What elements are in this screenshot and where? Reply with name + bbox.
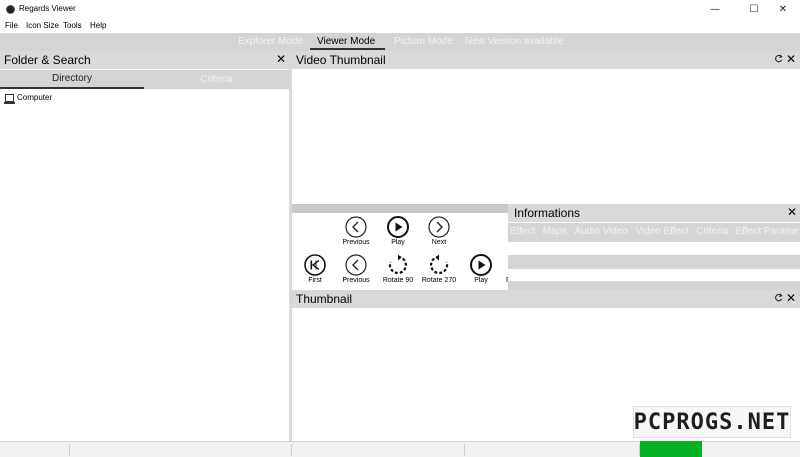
informations-panel: Informations ✕ Effect Maps Audio Video V… [508,204,800,290]
status-segment [292,444,465,456]
tab-criteria[interactable]: Criteria [144,70,289,89]
controls-strip [292,204,508,213]
status-segment [0,444,70,456]
tree-item-computer[interactable]: Computer [4,93,53,104]
tab-video-effect[interactable]: Video Effect [633,223,692,237]
close-thumbnail-button[interactable]: ✕ [786,291,796,305]
window-title: Regards Viewer [19,4,76,13]
video-thumbnail-area [292,69,800,204]
chevron-left-circle-icon [345,254,367,276]
folder-search-panel: Folder & Search ✕ Directory Criteria Com… [0,51,289,441]
tree-item-label: Computer [17,93,53,102]
tab-audio-video[interactable]: Audio Video [572,223,631,237]
tab-criteria-info[interactable]: Criteria [694,223,731,237]
watermark-logo: PCPROGS.NET [633,406,791,438]
app-icon [6,5,15,14]
mode-picture[interactable]: Picture Mode [394,36,453,47]
rotate-270-button[interactable]: Rotate 270 [419,254,459,284]
refresh-icon[interactable] [774,54,783,63]
rotate-90-label: Rotate 90 [382,277,414,284]
chevron-left-circle-icon [345,216,367,238]
play-circle-icon [387,216,409,238]
thumbnail-header: Thumbnail ✕ [292,290,800,308]
previous-button-2[interactable]: Previous [336,254,376,284]
computer-icon [4,93,15,104]
menu-help[interactable]: Help [90,21,106,30]
informations-title: Informations [514,206,581,220]
skip-first-circle-icon [304,254,326,276]
refresh-icon[interactable] [774,293,783,302]
first-label: First [308,277,322,284]
menu-tools[interactable]: Tools [63,21,82,30]
rotate-ccw-icon [430,254,449,275]
folder-search-header: Folder & Search ✕ [0,51,289,69]
progress-fill [640,441,702,457]
progress-bar [640,441,702,457]
informations-tabs: Effect Maps Audio Video Video Effect Cri… [508,223,800,242]
menu-file[interactable]: File [5,21,18,30]
active-mode-indicator [310,48,385,50]
mode-bar: Explorer Mode Viewer Mode Picture Mode N… [0,33,800,51]
informations-bar [508,255,800,269]
rotate-270-label: Rotate 270 [421,277,457,284]
play-label: Play [391,239,405,246]
close-video-panel-button[interactable]: ✕ [786,52,796,66]
mode-new-version[interactable]: New Version available [465,36,563,47]
previous-label-2: Previous [342,277,370,284]
status-segment [465,444,640,456]
next-button[interactable]: Next [419,216,459,246]
rotate-90-button[interactable]: Rotate 90 [378,254,418,284]
status-segment [70,444,292,456]
previous-button[interactable]: Previous [336,216,376,246]
tab-effect[interactable]: Effect [508,223,538,237]
title-bar: Regards Viewer — ☐ ✕ [0,0,800,18]
minimize-button[interactable]: — [698,0,732,18]
informations-scrollbar[interactable] [508,281,800,290]
folder-tabs: Directory Criteria [0,70,289,89]
tab-directory[interactable]: Directory [0,70,144,89]
video-thumbnail-header: Video Thumbnail ✕ [292,51,800,69]
close-informations-button[interactable]: ✕ [787,205,797,219]
chevron-right-circle-icon [428,216,450,238]
first-button[interactable]: First [295,254,335,284]
close-folder-panel-button[interactable]: ✕ [276,52,286,66]
more-control-icon [491,254,492,276]
close-window-button[interactable]: ✕ [766,0,800,18]
video-thumbnail-title: Video Thumbnail [296,53,386,67]
rotate-cw-icon [388,254,407,275]
previous-label: Previous [342,239,370,246]
next-label: Next [431,239,447,246]
playback-controls: Previous Play Next First Previous Rotate… [292,213,508,289]
play-button[interactable]: Play [378,216,418,246]
mode-viewer[interactable]: Viewer Mode [317,36,375,47]
more-control-button[interactable]: F [491,254,508,284]
informations-header: Informations ✕ [508,204,800,222]
folder-search-title: Folder & Search [4,53,91,67]
menu-icon-size[interactable]: Icon Size [26,21,59,30]
menu-bar: File Icon Size Tools Help [0,18,800,33]
mode-explorer[interactable]: Explorer Mode [238,36,303,47]
play-circle-icon [470,254,492,276]
tab-maps[interactable]: Maps [541,223,570,237]
thumbnail-title: Thumbnail [296,292,353,306]
tab-effect-parameter[interactable]: Effect Parame [734,223,800,237]
